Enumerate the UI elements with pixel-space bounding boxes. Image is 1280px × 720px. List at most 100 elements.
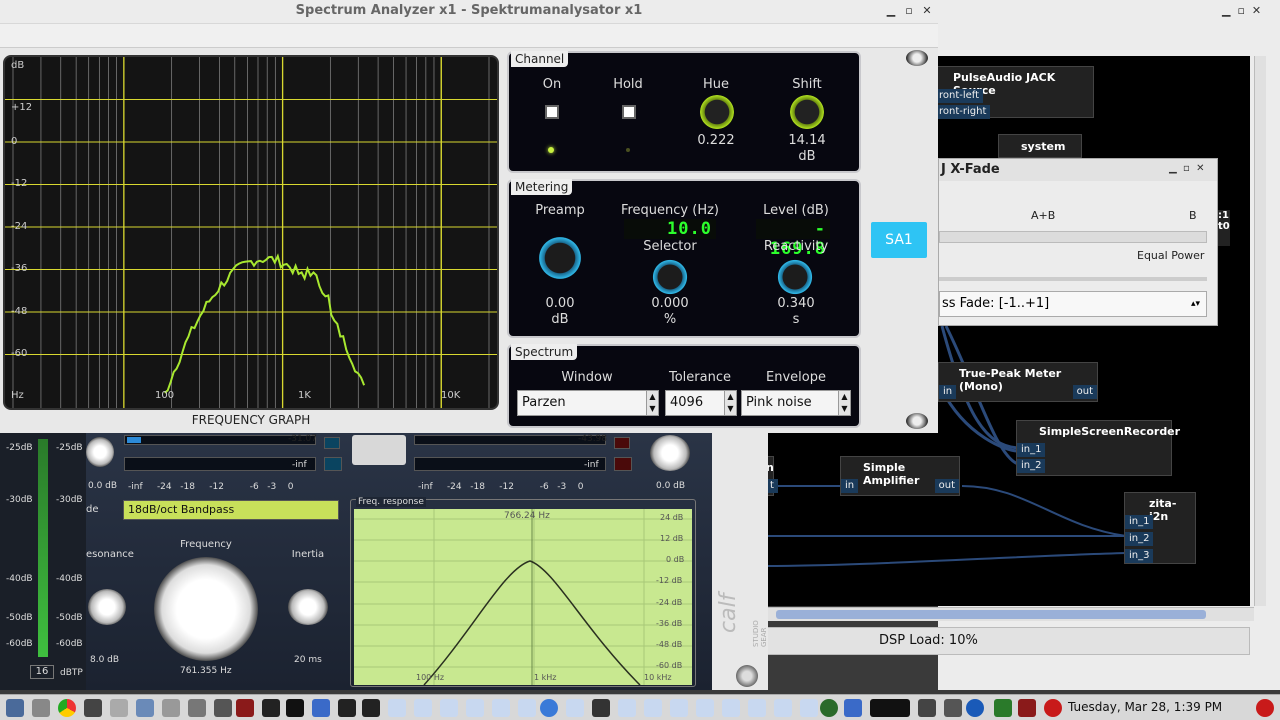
chrome-icon[interactable] [58,699,76,717]
tolerance-spinbox[interactable]: 4096 ▲ ▼ [665,390,737,416]
tray-icon[interactable] [994,699,1012,717]
resonance-knob[interactable] [88,589,126,625]
start-menu-icon[interactable] [6,699,24,717]
tray-icon[interactable] [1044,699,1062,717]
selector-knob[interactable] [652,259,688,295]
port-in-1[interactable]: in_1 [1125,515,1154,529]
port-in-2[interactable]: in_2 [1125,532,1154,546]
node-truepeak-meter[interactable]: True-Peak Meter (Mono) in out [938,362,1098,402]
app-icon[interactable] [214,699,232,717]
app-icon[interactable] [110,699,128,717]
port-out[interactable]: out [1072,385,1097,399]
browser-icon[interactable] [540,699,558,717]
window-icon[interactable] [388,699,406,717]
port-in-3[interactable]: in_3 [1125,549,1154,563]
port-front-left[interactable]: ront-left [935,89,984,103]
window-icon[interactable] [566,699,584,717]
app-icon[interactable] [262,699,280,717]
port-in-1[interactable]: in_1 [1017,443,1046,457]
canvas-vscrollbar[interactable] [1254,56,1266,606]
tray-icon[interactable] [944,699,962,717]
envelope-select[interactable]: Pink noise ▲ ▼ [741,390,851,416]
hue-knob[interactable] [700,95,734,129]
hscroll-thumb[interactable] [776,610,1206,619]
window-icon[interactable] [644,699,662,717]
window-icon[interactable] [618,699,636,717]
power-icon[interactable] [1256,699,1274,717]
node-pulseaudio-source[interactable]: PulseAudio JACK Source ront-left ront-ri… [934,66,1094,119]
close-icon[interactable]: ✕ [920,4,934,17]
sa1-badge[interactable]: SA1 [871,222,927,258]
hold-led [626,148,630,152]
port-front-right[interactable]: ront-right [935,105,991,119]
frequency-knob[interactable] [154,557,258,661]
xfade-window-controls[interactable]: ▁ ▫ ✕ [1169,163,1205,174]
window-icon[interactable] [518,699,536,717]
port-in-2[interactable]: in_2 [1017,459,1046,473]
y-tick-label: 0 [11,136,18,147]
port-in[interactable]: in [939,385,957,399]
jack-window-controls[interactable]: ▁ ▫ ✕ [1222,4,1261,17]
port-out[interactable]: out [934,479,959,493]
window-icon[interactable] [440,699,458,717]
window-icon[interactable] [670,699,688,717]
app-icon[interactable] [188,699,206,717]
window-icon[interactable] [748,699,766,717]
reactivity-knob[interactable] [777,259,813,295]
meter-led [614,457,632,471]
inertia-knob[interactable] [288,589,328,625]
window-icon[interactable] [800,699,818,717]
app-icon[interactable] [162,699,180,717]
tray-icon[interactable] [1018,699,1036,717]
terminal-icon[interactable] [84,699,102,717]
window-icon[interactable] [722,699,740,717]
window-icon[interactable] [774,699,792,717]
app-icon[interactable] [312,699,330,717]
level-display: - 169.8 [756,219,830,259]
app-icon[interactable] [286,699,304,717]
tray-icon[interactable] [918,699,936,717]
node-simple-amplifier[interactable]: Simple Amplifier in out [840,456,960,496]
bypass-button[interactable] [352,435,406,465]
hp-icon[interactable] [966,699,984,717]
app-icon[interactable] [844,699,862,717]
xfade-mode-select[interactable]: ss Fade: [-1..+1] ▴▾ [939,291,1207,317]
window-select[interactable]: Parzen ▲ ▼ [517,390,659,416]
hold-checkbox[interactable] [622,105,636,119]
app-icon[interactable] [136,699,154,717]
app-icon[interactable] [32,699,50,717]
app-icon[interactable] [362,699,380,717]
node-system[interactable]: system [998,134,1082,158]
canvas-hscrollbar[interactable] [766,607,1254,621]
filter-mode-select[interactable]: 18dB/oct Bandpass [123,500,339,520]
maximize-icon[interactable]: ▫ [902,4,916,17]
node-simplescreenrecorder[interactable]: SimpleScreenRecorder in_1 in_2 [1016,420,1180,476]
x-tick-label: 1K [298,390,311,401]
window-icon[interactable] [696,699,714,717]
partial-node[interactable]: :1 t0 [1218,210,1230,246]
shift-knob[interactable] [790,95,824,129]
xfade-slider-2[interactable] [939,277,1207,281]
on-checkbox[interactable] [545,105,559,119]
app-icon[interactable] [338,699,356,717]
window-icon[interactable] [414,699,432,717]
output-knob[interactable] [650,435,690,471]
window-icon[interactable] [492,699,510,717]
port-in[interactable]: in [841,479,859,493]
window-titlebar[interactable]: Spectrum Analyzer x1 - Spektrumanalysato… [0,0,938,24]
fr-y-tick: -60 dB [656,661,683,670]
frequency-graph[interactable]: dB +12 0 -12 -24 -36 -48 -60 Hz 100 1K 1… [3,55,499,410]
app-icon[interactable] [820,699,838,717]
app-icon[interactable] [592,699,610,717]
app-icon[interactable] [236,699,254,717]
preamp-knob[interactable] [538,236,582,280]
clock[interactable]: Tuesday, Mar 28, 1:39 PM [1068,700,1222,714]
node-zita-j2n[interactable]: zita-j2n in_1 in_2 in_3 [1124,492,1196,564]
tick: -18 [180,482,195,492]
fr-y-tick: -36 dB [656,619,683,628]
xfade-slider[interactable] [939,231,1207,243]
window-icon[interactable] [466,699,484,717]
minimize-icon[interactable]: ▁ [884,4,898,17]
input-knob[interactable] [86,437,114,467]
calf-logo: calf [716,593,741,633]
